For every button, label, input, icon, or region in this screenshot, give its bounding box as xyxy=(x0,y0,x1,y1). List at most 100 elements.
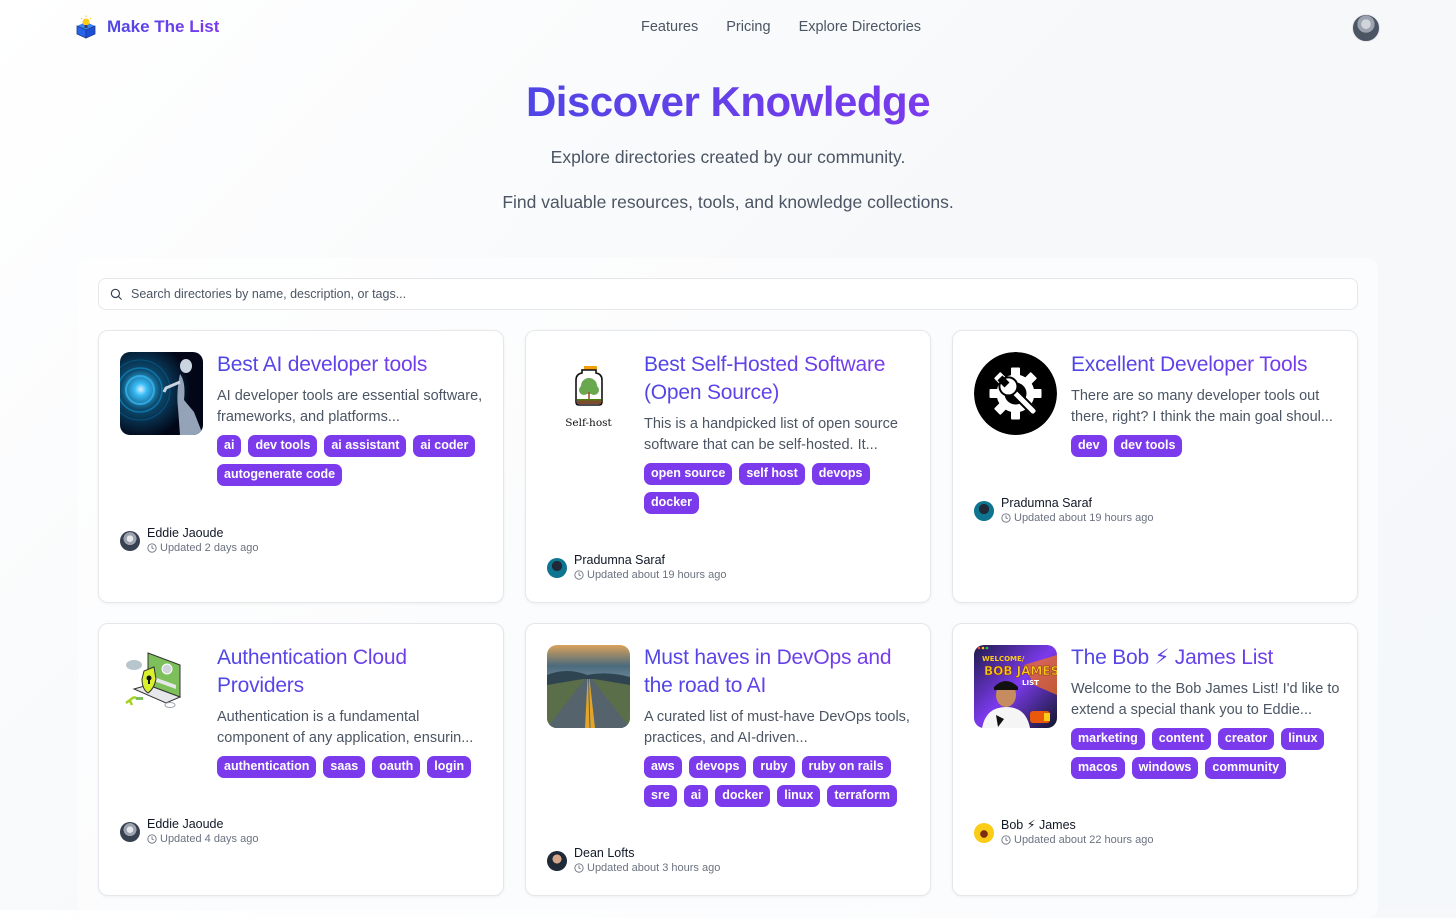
brand-name: Make The List xyxy=(107,17,220,36)
thumb-caption: Self-host xyxy=(565,417,612,429)
ai-robot-image xyxy=(120,352,203,435)
tag[interactable]: self host xyxy=(739,463,805,485)
author-info: Eddie Jaoude Updated 2 days ago xyxy=(120,526,258,555)
gear-wrench-image xyxy=(974,352,1057,435)
directory-card[interactable]: Authentication Cloud Providers Authentic… xyxy=(98,623,504,896)
tag[interactable]: ai xyxy=(217,435,242,457)
nav-explore-directories[interactable]: Explore Directories xyxy=(799,19,922,35)
tag[interactable]: linux xyxy=(1281,728,1325,750)
updated-time: Updated 4 days ago xyxy=(160,833,259,845)
author-name: Pradumna Saraf xyxy=(574,553,666,567)
directory-card[interactable]: Best AI developer tools AI developer too… xyxy=(98,330,504,603)
card-description: AI developer tools are essential softwar… xyxy=(217,388,483,425)
tag-list: open source self host devops docker xyxy=(644,463,914,514)
tag[interactable]: devops xyxy=(688,756,747,778)
directory-card[interactable]: WELCOME/ BOB JAMES LIST The Bob ⚡ James … xyxy=(952,623,1358,896)
user-avatar[interactable] xyxy=(1352,14,1380,42)
tag[interactable]: content xyxy=(1151,728,1211,750)
author-avatar xyxy=(974,822,994,843)
tag[interactable]: login xyxy=(427,756,472,778)
author-name: Eddie Jaoude xyxy=(147,817,224,831)
tag[interactable]: creator xyxy=(1217,728,1275,750)
main-nav: Features Pricing Explore Directories xyxy=(641,19,921,35)
author-name: Eddie Jaoude xyxy=(147,526,224,540)
card-title[interactable]: Must haves in DevOps and the road to AI xyxy=(644,644,914,700)
directory-card[interactable]: Self-host Best Self-Hosted Software (Ope… xyxy=(525,330,931,603)
page-title: Discover Knowledge xyxy=(0,78,1456,126)
tag-list: marketing content creator linux macos wi… xyxy=(1071,728,1341,779)
tag[interactable]: ai assistant xyxy=(324,435,407,457)
updated-time: Updated about 19 hours ago xyxy=(587,569,727,581)
card-description: This is a handpicked list of open source… xyxy=(644,416,898,453)
nav-pricing[interactable]: Pricing xyxy=(726,19,770,35)
updated-time: Updated about 3 hours ago xyxy=(587,862,721,874)
card-title[interactable]: Best Self-Hosted Software (Open Source) xyxy=(644,351,914,407)
tag[interactable]: ruby on rails xyxy=(801,756,891,778)
author-info: Pradumna Saraf Updated about 19 hours ag… xyxy=(547,553,726,582)
updated-time: Updated about 22 hours ago xyxy=(1014,834,1154,846)
card-description: There are so many developer tools out th… xyxy=(1071,388,1333,425)
tag-list: aws devops ruby ruby on rails sre ai doc… xyxy=(644,756,914,807)
tag[interactable]: ai coder xyxy=(413,435,476,457)
card-title[interactable]: The Bob ⚡ James List xyxy=(1071,644,1341,672)
card-description: Welcome to the Bob James List! I'd like … xyxy=(1071,681,1340,718)
author-info: Bob ⚡ James Updated about 22 hours ago xyxy=(974,818,1153,847)
search-bar xyxy=(98,278,1358,310)
tag[interactable]: docker xyxy=(715,785,771,807)
card-title[interactable]: Excellent Developer Tools xyxy=(1071,351,1341,379)
tag-list: dev dev tools xyxy=(1071,435,1341,457)
hero-subtitle-secondary: Find valuable resources, tools, and know… xyxy=(502,192,954,212)
tag[interactable]: dev xyxy=(1071,435,1107,457)
author-avatar xyxy=(547,850,567,871)
tag[interactable]: marketing xyxy=(1071,728,1145,750)
tag[interactable]: docker xyxy=(644,492,699,514)
tag[interactable]: ai xyxy=(683,785,709,807)
author-name: Bob ⚡ James xyxy=(1001,818,1076,832)
clock-icon xyxy=(574,863,584,873)
author-name: Dean Lofts xyxy=(574,846,635,860)
tag[interactable]: sre xyxy=(644,785,677,807)
box-lightbulb-logo-icon xyxy=(76,15,96,39)
svg-text:BOB JAMES: BOB JAMES xyxy=(984,664,1057,678)
clock-icon xyxy=(574,570,584,580)
tag-list: authentication saas oauth login xyxy=(217,756,487,778)
tag[interactable]: macos xyxy=(1071,757,1125,779)
author-info: Dean Lofts Updated about 3 hours ago xyxy=(547,846,720,875)
author-info: Pradumna Saraf Updated about 19 hours ag… xyxy=(974,496,1153,525)
hero-subtitle: Explore directories created by our commu… xyxy=(550,147,906,167)
tag[interactable]: community xyxy=(1205,757,1287,779)
tag[interactable]: dev tools xyxy=(1113,435,1183,457)
card-title[interactable]: Authentication Cloud Providers xyxy=(217,644,487,700)
tag[interactable]: ruby xyxy=(753,756,795,778)
bob-james-welcome-image: WELCOME/ BOB JAMES LIST xyxy=(974,645,1057,728)
author-avatar xyxy=(120,530,140,551)
self-host-jar-image: Self-host xyxy=(547,352,630,435)
auth-laptop-shield-image xyxy=(120,645,203,728)
search-input[interactable] xyxy=(131,279,1357,309)
tag[interactable]: open source xyxy=(644,463,733,485)
tag[interactable]: authentication xyxy=(217,756,317,778)
top-navbar: Make The List Features Pricing Explore D… xyxy=(0,0,1456,56)
tag-list: ai dev tools ai assistant ai coder autog… xyxy=(217,435,487,486)
clock-icon xyxy=(147,834,157,844)
brand-link[interactable]: Make The List xyxy=(75,15,219,39)
author-avatar xyxy=(974,500,994,521)
updated-time: Updated about 19 hours ago xyxy=(1014,512,1154,524)
nav-features[interactable]: Features xyxy=(641,19,698,35)
author-name: Pradumna Saraf xyxy=(1001,496,1093,510)
directory-card[interactable]: Excellent Developer Tools There are so m… xyxy=(952,330,1358,603)
updated-time: Updated 2 days ago xyxy=(160,542,259,554)
tag[interactable]: terraform xyxy=(827,785,897,807)
tag[interactable]: autogenerate code xyxy=(217,464,343,486)
card-description: Authentication is a fundamental componen… xyxy=(217,709,474,746)
tag[interactable]: aws xyxy=(644,756,682,778)
tag[interactable]: oauth xyxy=(372,756,421,778)
tag[interactable]: dev tools xyxy=(248,435,318,457)
tag[interactable]: windows xyxy=(1131,757,1199,779)
tag[interactable]: linux xyxy=(777,785,821,807)
tag[interactable]: devops xyxy=(811,463,870,485)
tag[interactable]: saas xyxy=(323,756,366,778)
card-title[interactable]: Best AI developer tools xyxy=(217,351,487,379)
author-info: Eddie Jaoude Updated 4 days ago xyxy=(120,817,258,846)
directory-card[interactable]: Must haves in DevOps and the road to AI … xyxy=(525,623,931,896)
